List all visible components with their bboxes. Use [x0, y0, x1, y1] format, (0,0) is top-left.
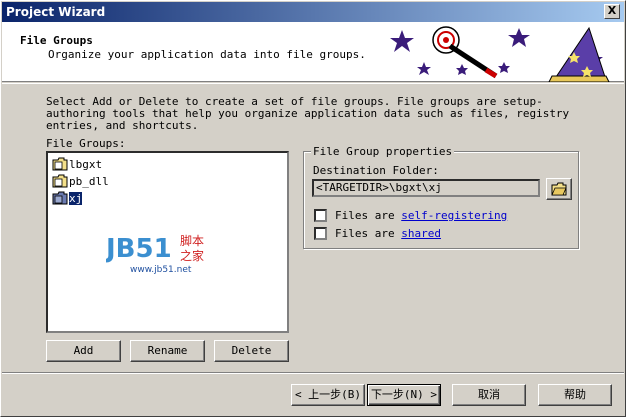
folder-icon: [52, 157, 68, 171]
star-icon: [390, 30, 414, 52]
destination-folder-field[interactable]: <TARGETDIR>\bgxt\xj: [312, 179, 540, 197]
list-item[interactable]: pb_dll: [52, 173, 109, 189]
folder-icon: [52, 191, 68, 205]
shared-link[interactable]: shared: [401, 227, 441, 240]
header-divider: [2, 83, 624, 84]
wizard-hat-illustration: [390, 26, 610, 82]
shared-prefix: Files are: [335, 226, 395, 240]
file-groups-label: File Groups:: [46, 137, 126, 150]
wizard-window: Project Wizard X File Groups Organize yo…: [0, 0, 626, 417]
wizard-hat-icon: [553, 26, 607, 81]
file-group-properties: File Group properties Destination Folder…: [303, 145, 579, 249]
watermark-cn-top: 脚本: [180, 233, 204, 248]
file-groups-list[interactable]: lbgxt pb_dll xj JB51 脚本 之家 www.jb51.net: [46, 151, 289, 333]
list-item-label: pb_dll: [69, 174, 109, 188]
shared-checkbox[interactable]: [314, 226, 327, 240]
instructions-text: Select Add or Delete to create a set of …: [46, 95, 570, 132]
window-title: Project Wizard: [6, 5, 106, 19]
self-registering-option[interactable]: Files are self-registering: [314, 208, 507, 222]
close-button[interactable]: X: [604, 4, 620, 19]
star-icon: [498, 62, 510, 73]
cancel-button[interactable]: 取消: [452, 384, 526, 406]
browse-button[interactable]: [546, 178, 572, 200]
self-registering-link[interactable]: self-registering: [401, 209, 507, 222]
next-button[interactable]: 下一步(N) >: [367, 384, 441, 406]
title-bar: Project Wizard X: [2, 2, 624, 22]
list-item-selected[interactable]: xj: [52, 190, 83, 206]
list-item[interactable]: lbgxt: [52, 156, 102, 172]
star-icon: [456, 64, 468, 75]
star-icon: [508, 28, 530, 47]
page-title: File Groups: [20, 34, 93, 47]
properties-title: File Group properties: [311, 145, 455, 158]
star-icon: [417, 62, 431, 75]
destination-folder-label: Destination Folder:: [313, 164, 439, 177]
delete-button[interactable]: Delete: [214, 340, 289, 362]
help-button[interactable]: 帮助: [538, 384, 612, 406]
add-button[interactable]: Add: [46, 340, 121, 362]
jb51-watermark-logo: JB51 脚本 之家 www.jb51.net: [106, 233, 204, 275]
folder-icon: [52, 174, 68, 188]
wizard-header: File Groups Organize your application da…: [2, 22, 624, 82]
watermark-url: www.jb51.net: [130, 265, 192, 275]
watermark-logo-text: JB51: [106, 234, 172, 264]
footer-divider: [2, 372, 624, 374]
list-item-label: lbgxt: [69, 157, 103, 171]
shared-option[interactable]: Files are shared: [314, 226, 441, 240]
page-subtitle: Organize your application data into file…: [48, 48, 366, 61]
back-button[interactable]: < 上一步(B): [291, 384, 365, 406]
watermark-cn-bottom: 之家: [180, 248, 204, 263]
self-registering-checkbox[interactable]: [314, 208, 327, 222]
list-item-label: xj: [69, 191, 83, 205]
rename-button[interactable]: Rename: [130, 340, 205, 362]
self-registering-prefix: Files are: [335, 208, 395, 222]
folder-open-icon: [551, 182, 567, 196]
